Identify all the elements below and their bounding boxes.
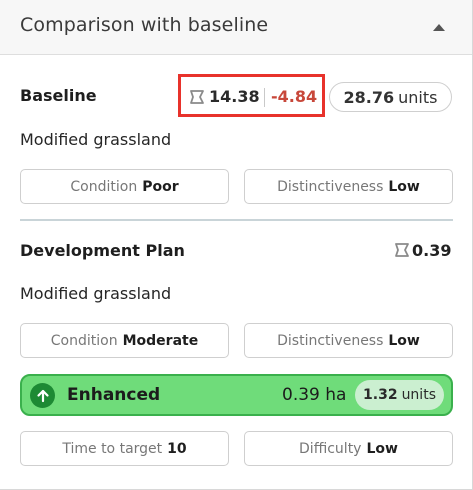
enhanced-status-bar: Enhanced 0.39 ha 1.32 units (20, 374, 453, 416)
condition-value: Poor (142, 178, 179, 195)
condition-label: Condition (50, 332, 118, 349)
comparison-panel: Comparison with baseline Baseline 14.38 … (0, 0, 473, 490)
baseline-area-highlight: 14.38 -4.84 (178, 74, 325, 117)
area-polygon-icon (395, 243, 409, 257)
difficulty-value: Low (366, 440, 398, 457)
enhanced-units-label: units (401, 387, 436, 403)
distinctiveness-value: Low (388, 178, 420, 195)
baseline-distinctiveness-chip: Distinctiveness Low (244, 169, 453, 204)
distinctiveness-label: Distinctiveness (277, 178, 384, 195)
baseline-units-label: units (398, 87, 438, 107)
baseline-condition-chip: Condition Poor (20, 169, 229, 204)
enhanced-area: 0.39 ha (282, 385, 347, 405)
distinctiveness-label: Distinctiveness (277, 332, 384, 349)
condition-label: Condition (70, 178, 138, 195)
time-to-target-chip: Time to target 10 (20, 431, 229, 466)
section-divider (20, 219, 453, 221)
enhanced-label: Enhanced (67, 385, 161, 405)
time-to-target-label: Time to target (62, 440, 163, 457)
chevron-up-icon[interactable] (433, 24, 445, 31)
plan-area: 0.39 (394, 241, 451, 260)
baseline-units-value: 28.76 (343, 87, 395, 107)
area-separator (264, 88, 265, 107)
panel-title: Comparison with baseline (20, 14, 269, 36)
plan-title: Development Plan (20, 241, 185, 260)
baseline-units-badge: 28.76 units (329, 82, 452, 112)
distinctiveness-value: Low (388, 332, 420, 349)
panel-header[interactable]: Comparison with baseline (0, 0, 472, 55)
plan-habitat: Modified grassland (20, 284, 172, 303)
baseline-area-value: 14.38 (209, 87, 260, 106)
area-polygon-icon (190, 90, 204, 104)
difficulty-label: Difficulty (299, 440, 362, 457)
condition-value: Moderate (122, 332, 199, 349)
baseline-area-difference: -4.84 (271, 87, 318, 106)
baseline-habitat: Modified grassland (20, 130, 172, 149)
time-to-target-value: 10 (167, 440, 187, 457)
enhanced-units-value: 1.32 (363, 387, 398, 403)
plan-area-value: 0.39 (412, 241, 452, 260)
enhanced-units-badge: 1.32 units (355, 380, 444, 410)
plan-distinctiveness-chip: Distinctiveness Low (244, 323, 453, 358)
arrow-up-icon (30, 383, 55, 408)
plan-condition-chip: Condition Moderate (20, 323, 229, 358)
baseline-title: Baseline (20, 86, 97, 105)
difficulty-chip: Difficulty Low (244, 431, 453, 466)
